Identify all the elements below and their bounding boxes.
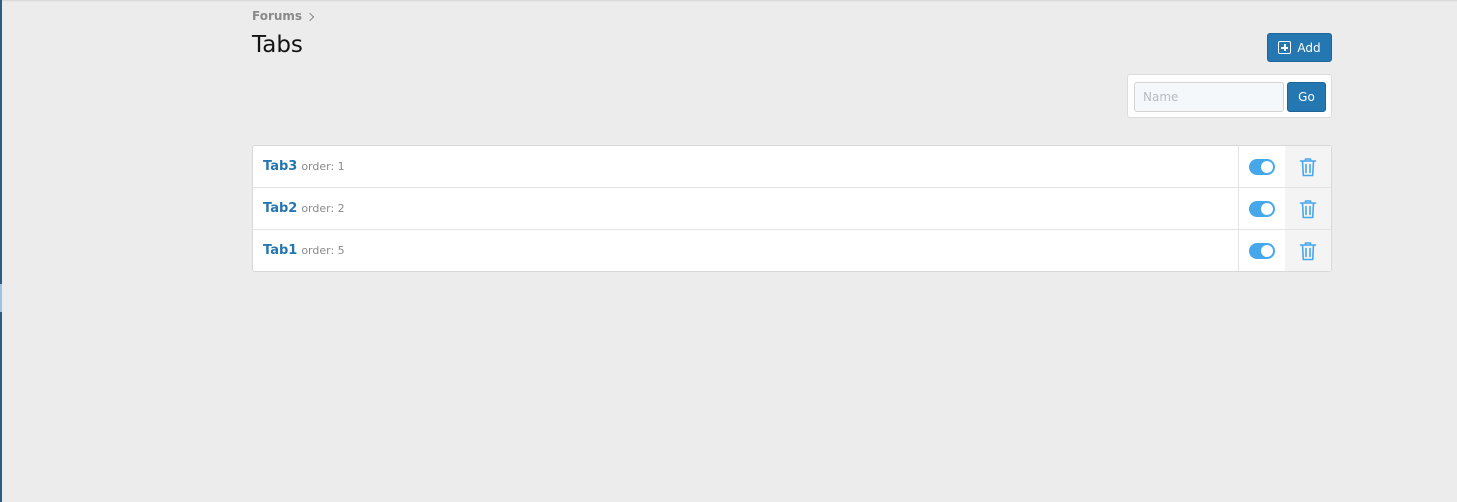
top-shadow xyxy=(0,0,1457,2)
name-filter-input[interactable] xyxy=(1134,82,1284,112)
delete-button[interactable] xyxy=(1285,188,1331,229)
tab-row: Tab3 order: 1 xyxy=(253,146,1331,188)
tab-row-main: Tab1 order: 5 xyxy=(263,230,345,271)
left-edge-accent xyxy=(0,284,2,312)
tab-row: Tab1 order: 5 xyxy=(253,230,1331,271)
delete-button[interactable] xyxy=(1285,230,1331,271)
tab-order-text: order: 1 xyxy=(301,160,345,173)
chevron-right-icon xyxy=(305,12,315,21)
delete-button[interactable] xyxy=(1285,146,1331,187)
toggle-knob xyxy=(1261,202,1273,215)
enable-toggle[interactable] xyxy=(1249,200,1275,217)
tab-name-link[interactable]: Tab1 xyxy=(263,243,297,258)
add-button-label: Add xyxy=(1297,40,1321,55)
tab-list: Tab3 order: 1 Tab2 order: 2 Tab1 order: … xyxy=(252,145,1332,272)
toggle-cell xyxy=(1238,230,1285,271)
trash-icon xyxy=(1299,157,1317,176)
tab-order-text: order: 2 xyxy=(301,202,345,215)
page-title: Tabs xyxy=(252,32,303,58)
go-button[interactable]: Go xyxy=(1287,82,1326,112)
filter-box: Go xyxy=(1127,74,1332,118)
trash-icon xyxy=(1299,241,1317,260)
enable-toggle[interactable] xyxy=(1249,242,1275,259)
plus-square-icon xyxy=(1278,41,1292,54)
breadcrumb: Forums xyxy=(252,9,315,23)
left-edge-border xyxy=(0,0,2,502)
add-button[interactable]: Add xyxy=(1267,33,1332,62)
toggle-knob xyxy=(1261,244,1273,257)
trash-icon xyxy=(1299,199,1317,218)
tab-row-main: Tab3 order: 1 xyxy=(263,146,345,187)
tab-row: Tab2 order: 2 xyxy=(253,188,1331,230)
toggle-cell xyxy=(1238,188,1285,229)
breadcrumb-item-forums[interactable]: Forums xyxy=(252,9,302,23)
page: Forums Tabs Add Go Tab3 order: 1 xyxy=(0,0,1457,502)
toggle-knob xyxy=(1261,160,1273,173)
toggle-cell xyxy=(1238,146,1285,187)
tab-order-text: order: 5 xyxy=(301,244,345,257)
go-button-label: Go xyxy=(1298,90,1315,104)
tab-name-link[interactable]: Tab3 xyxy=(263,159,297,174)
enable-toggle[interactable] xyxy=(1249,158,1275,175)
tab-name-link[interactable]: Tab2 xyxy=(263,201,297,216)
tab-row-main: Tab2 order: 2 xyxy=(263,188,345,229)
